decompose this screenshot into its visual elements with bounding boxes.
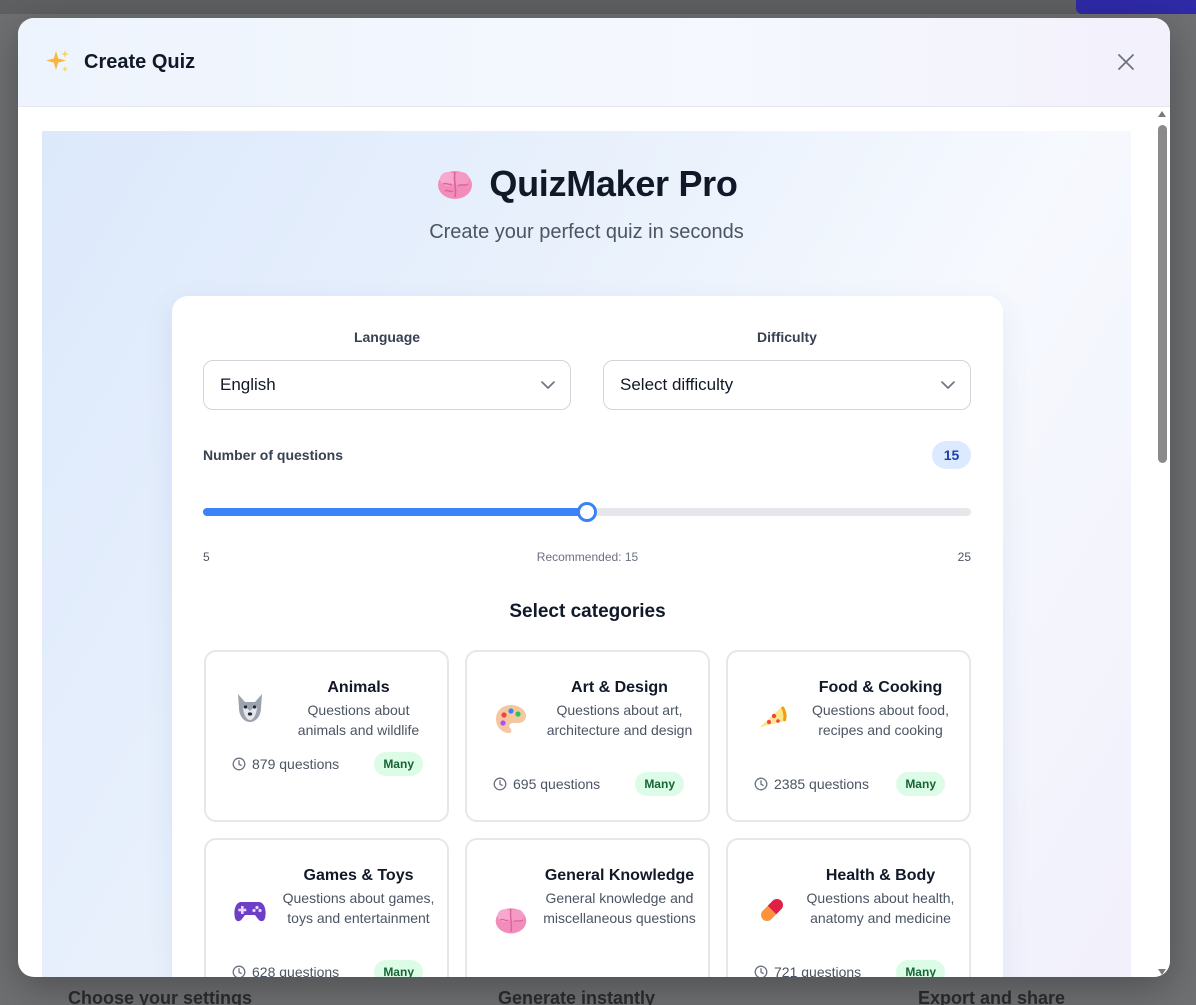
category-badge: Many xyxy=(896,960,945,977)
app-title: QuizMaker Pro xyxy=(489,163,738,204)
category-count: 879 questions xyxy=(232,756,339,772)
category-count: 721 questions xyxy=(754,964,861,977)
category-description: General knowledge and miscellaneous ques… xyxy=(543,890,696,926)
category-text: Health & Body Questions about health, an… xyxy=(804,864,957,928)
category-count: 695 questions xyxy=(493,776,600,792)
clock-icon xyxy=(493,777,507,791)
category-count: 628 questions xyxy=(232,964,339,977)
palette-icon xyxy=(493,701,529,737)
category-name: Games & Toys xyxy=(303,867,414,884)
slider-recommended-label: Recommended: 15 xyxy=(536,550,639,564)
category-text: General Knowledge General knowledge and … xyxy=(543,864,696,928)
category-count-text: 879 questions xyxy=(252,756,340,772)
modal-title: Create Quiz xyxy=(84,50,196,73)
category-name: General Knowledge xyxy=(544,867,695,884)
category-description: Questions about health, anatomy and medi… xyxy=(806,890,955,926)
questions-slider[interactable] xyxy=(203,502,971,522)
scroll-down-arrow-icon[interactable] xyxy=(1158,969,1166,975)
background-header xyxy=(0,0,1196,14)
background-text: Choose your settings xyxy=(68,988,253,1005)
chevron-down-icon xyxy=(541,381,555,389)
category-name: Health & Body xyxy=(825,867,936,884)
wolf-icon xyxy=(232,690,268,726)
category-badge: Many xyxy=(374,752,423,776)
difficulty-label: Difficulty xyxy=(757,329,817,345)
background-text: Generate instantly xyxy=(498,988,656,1005)
brain-icon xyxy=(493,902,529,938)
category-text: Art & Design Questions about art, archit… xyxy=(543,676,696,740)
modal-scrollbar[interactable] xyxy=(1154,107,1170,977)
clock-icon xyxy=(754,777,768,791)
difficulty-select[interactable]: Select difficulty xyxy=(603,360,971,410)
category-count-text: 695 questions xyxy=(513,776,601,792)
category-card-general-knowledge[interactable]: General Knowledge General knowledge and … xyxy=(465,838,710,977)
background-button xyxy=(1076,0,1196,14)
category-name: Animals xyxy=(327,679,390,696)
scrollbar-thumb[interactable] xyxy=(1158,125,1167,463)
app-subtitle: Create your perfect quiz in seconds xyxy=(429,221,744,243)
category-description: Questions about food, recipes and cookin… xyxy=(812,702,949,738)
categories-heading: Select categories xyxy=(509,601,666,622)
category-badge: Many xyxy=(635,772,684,796)
category-text: Food & Cooking Questions about food, rec… xyxy=(804,676,957,740)
category-count: 2385 questions xyxy=(754,776,869,792)
pizza-icon xyxy=(754,701,790,737)
category-card-animals[interactable]: Animals Questions about animals and wild… xyxy=(204,650,449,822)
questions-count-label: Number of questions xyxy=(203,447,344,463)
category-badge: Many xyxy=(896,772,945,796)
language-select-value: English xyxy=(220,375,276,394)
clock-icon xyxy=(232,757,246,771)
hero-title-row: QuizMaker Pro xyxy=(42,163,1131,205)
clock-icon xyxy=(754,965,768,977)
pill-icon xyxy=(754,892,790,928)
category-description: Questions about animals and wildlife xyxy=(297,702,420,738)
quiz-settings-card: Language English Difficulty Select diffi… xyxy=(172,296,1003,977)
clock-icon xyxy=(232,965,246,977)
category-name: Food & Cooking xyxy=(818,679,943,696)
slider-thumb[interactable] xyxy=(577,502,597,522)
brain-icon xyxy=(435,164,475,204)
category-count-text: 721 questions xyxy=(774,964,862,977)
slider-max-label: 25 xyxy=(957,550,971,564)
chevron-down-icon xyxy=(941,381,955,389)
category-card-health-body[interactable]: Health & Body Questions about health, an… xyxy=(726,838,971,977)
category-card-art-design[interactable]: Art & Design Questions about art, archit… xyxy=(465,650,710,822)
modal-header: Create Quiz xyxy=(18,18,1170,107)
background-text: Export and share xyxy=(918,988,1066,1005)
category-card-games-toys[interactable]: Games & Toys Questions about games, toys… xyxy=(204,838,449,977)
category-text: Games & Toys Questions about games, toys… xyxy=(282,864,435,928)
category-badge: Many xyxy=(374,960,423,977)
category-name: Art & Design xyxy=(571,679,668,696)
gamepad-icon xyxy=(232,892,268,928)
category-text: Animals Questions about animals and wild… xyxy=(282,676,435,740)
language-select[interactable]: English xyxy=(203,360,571,410)
category-count-text: 628 questions xyxy=(252,964,340,977)
hero-section: QuizMaker Pro Create your perfect quiz i… xyxy=(42,131,1131,977)
category-description: Questions about art, architecture and de… xyxy=(546,702,693,738)
difficulty-select-value: Select difficulty xyxy=(620,375,734,394)
slider-fill xyxy=(203,508,587,516)
category-description: Questions about games, toys and entertai… xyxy=(282,890,435,926)
language-label: Language xyxy=(353,329,421,345)
modal-body: QuizMaker Pro Create your perfect quiz i… xyxy=(18,107,1170,977)
close-icon[interactable] xyxy=(1116,52,1136,72)
create-quiz-modal: Create Quiz QuizMaker Pro Create your pe… xyxy=(18,18,1170,977)
category-card-food-cooking[interactable]: Food & Cooking Questions about food, rec… xyxy=(726,650,971,822)
category-count-text: 2385 questions xyxy=(774,776,869,792)
scroll-up-arrow-icon[interactable] xyxy=(1158,111,1166,117)
questions-count-badge: 15 xyxy=(932,441,971,469)
sparkles-icon xyxy=(44,48,72,76)
